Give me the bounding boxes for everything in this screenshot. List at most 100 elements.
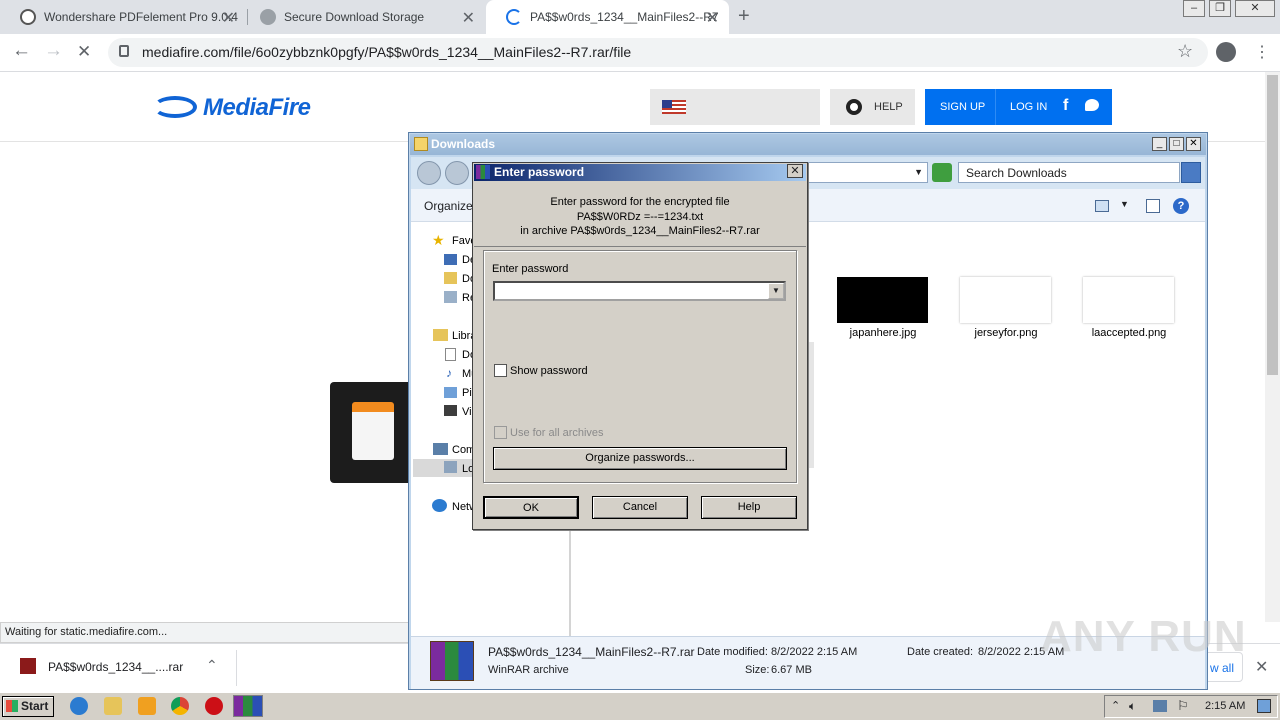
close-tab-icon[interactable]: ✕ [462, 8, 475, 28]
media-player-icon[interactable] [138, 697, 156, 715]
file-name[interactable]: laaccepted.png [1069, 327, 1189, 339]
file-name[interactable]: jerseyfor.png [946, 327, 1066, 339]
password-input[interactable] [493, 281, 786, 301]
file-thumbnail[interactable] [837, 277, 928, 323]
explorer-titlebar [410, 134, 1206, 155]
cancel-button[interactable]: Cancel [592, 496, 688, 519]
page-scrollbar-thumb[interactable] [1267, 75, 1278, 375]
download-item-name[interactable]: PA$$w0rds_1234__....rar [48, 660, 183, 674]
nav-pane-splitter[interactable] [569, 528, 571, 636]
tab-label: PA$$w0rds_1234__MainFiles2--R7 [530, 10, 719, 24]
explorer-search-input[interactable]: Search Downloads [958, 162, 1180, 183]
back-icon[interactable]: ← [12, 40, 31, 62]
file-card [330, 382, 410, 483]
tab-mediafire-active[interactable]: PA$$w0rds_1234__MainFiles2--R7 ✕ [486, 0, 729, 34]
tab-label: Secure Download Storage [284, 10, 425, 24]
twitter-icon[interactable] [1085, 99, 1099, 111]
divider [474, 246, 806, 247]
downloads-icon [444, 272, 457, 284]
us-flag-icon [662, 100, 686, 114]
organize-menu[interactable]: Organize [424, 199, 473, 213]
close-tab-icon[interactable]: ✕ [706, 8, 719, 28]
tab-label: Wondershare PDFelement Pro 9.0.4 [44, 10, 238, 24]
preview-pane-icon[interactable] [1146, 199, 1160, 213]
flag-icon[interactable]: ⚐ [1177, 698, 1189, 714]
size-value: 6.67 MB [771, 664, 812, 676]
browser-menu-icon[interactable]: ⋮ [1254, 42, 1270, 62]
file-name[interactable]: japanhere.jpg [823, 327, 943, 339]
chevron-up-icon[interactable]: ⌃ [206, 657, 218, 674]
use-for-all-checkbox[interactable] [494, 426, 507, 439]
close-window-icon[interactable]: ✕ [1186, 137, 1201, 151]
tab-pdfelement[interactable]: Wondershare PDFelement Pro 9.0.4 ✕ [0, 0, 245, 34]
winrar-taskbar-icon[interactable] [233, 695, 263, 717]
search-icon[interactable] [1181, 162, 1201, 183]
videos-icon [444, 405, 457, 416]
explorer-title: Downloads [431, 137, 496, 151]
bookmark-star-icon[interactable]: ☆ [1177, 41, 1193, 62]
internet-explorer-icon[interactable] [70, 697, 88, 715]
start-button[interactable]: Start [2, 696, 54, 717]
language-selector[interactable] [650, 89, 820, 125]
details-filetype: WinRAR archive [488, 664, 569, 676]
help-button[interactable]: HELP [830, 89, 915, 125]
auth-buttons: SIGN UP LOG IN f [925, 89, 1112, 125]
ok-button[interactable]: OK [483, 496, 579, 519]
taskbar [0, 692, 1280, 720]
file-explorer-icon[interactable] [104, 697, 122, 715]
divider [236, 650, 237, 686]
tab-secure-download[interactable]: Secure Download Storage ✕ [240, 0, 485, 34]
refresh-icon[interactable] [932, 163, 952, 182]
file-thumbnail[interactable] [1083, 277, 1174, 323]
maximize-window-icon[interactable]: □ [1169, 137, 1184, 151]
close-window-icon[interactable]: ✕ [1235, 0, 1275, 17]
organize-passwords-button[interactable]: Organize passwords... [493, 447, 787, 470]
watermark: ANY RUN [1040, 612, 1247, 661]
profile-avatar-icon[interactable] [1216, 42, 1236, 62]
file-thumbnail[interactable] [960, 277, 1051, 323]
login-button[interactable]: LOG IN [1010, 101, 1047, 113]
folder-icon [414, 137, 428, 151]
system-tray: ⌃ 🔈︎ ⚐ 2:15 AM [1104, 695, 1278, 718]
password-field-label: Enter password [492, 263, 569, 275]
opera-icon[interactable] [205, 697, 223, 715]
help-button[interactable]: Help [701, 496, 797, 519]
view-options-icon[interactable] [1095, 200, 1109, 212]
volume-icon[interactable]: 🔈︎ [1129, 699, 1136, 714]
close-dialog-icon[interactable]: ✕ [787, 164, 803, 178]
computer-icon [433, 443, 448, 455]
pictures-icon [444, 387, 457, 398]
mediafire-logo-icon [153, 96, 197, 118]
libraries-icon [433, 329, 448, 341]
minimize-window-icon[interactable]: – [1183, 0, 1205, 17]
chevron-up-icon[interactable]: ⌃ [1111, 699, 1120, 712]
clock[interactable]: 2:15 AM [1205, 700, 1245, 712]
use-for-all-label: Use for all archives [510, 427, 604, 439]
show-desktop-icon[interactable] [1257, 699, 1271, 713]
chevron-down-icon[interactable]: ▼ [768, 283, 784, 299]
back-icon[interactable] [417, 161, 441, 185]
mediafire-logo[interactable]: MediaFire [203, 94, 311, 122]
close-shelf-icon[interactable]: ✕ [1255, 657, 1268, 677]
loading-spinner-icon [506, 9, 522, 25]
close-tab-icon[interactable]: ✕ [222, 8, 235, 28]
forward-icon[interactable] [445, 161, 469, 185]
show-password-checkbox[interactable] [494, 364, 507, 377]
minimize-window-icon[interactable]: _ [1152, 137, 1167, 151]
show-password-label[interactable]: Show password [510, 365, 588, 377]
stop-loading-icon[interactable]: ✕ [77, 42, 91, 62]
network-tray-icon[interactable] [1153, 700, 1167, 712]
chevron-down-icon[interactable]: ▼ [1120, 199, 1129, 209]
address-dropdown[interactable]: ▼ [800, 162, 928, 183]
dialog-line1: Enter password for the encrypted file [550, 196, 730, 208]
new-tab-icon[interactable]: + [738, 5, 750, 28]
forward-icon[interactable]: → [44, 40, 63, 62]
dialog-line3: in archive PA$$w0rds_1234__MainFiles2--R… [520, 225, 760, 237]
url-text[interactable]: mediafire.com/file/6o0zybbznk0pgfy/PA$$w… [142, 44, 631, 60]
chrome-icon[interactable] [171, 697, 189, 715]
help-icon[interactable]: ? [1173, 198, 1189, 214]
facebook-icon[interactable]: f [1063, 97, 1068, 115]
lock-icon[interactable] [119, 45, 129, 57]
signup-button[interactable]: SIGN UP [940, 101, 985, 113]
restore-window-icon[interactable]: ❐ [1209, 0, 1231, 17]
